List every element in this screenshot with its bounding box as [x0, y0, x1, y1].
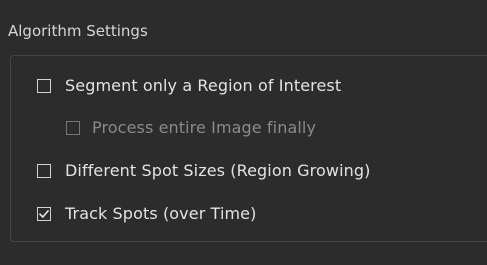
process-entire-option: Process entire Image finally — [66, 118, 316, 137]
segment-roi-checkbox[interactable] — [37, 78, 51, 93]
process-entire-checkbox — [66, 120, 80, 135]
different-spot-sizes-option[interactable]: Different Spot Sizes (Region Growing) — [37, 161, 370, 180]
algorithm-settings-panel: Algorithm Settings Segment only a Region… — [0, 0, 487, 265]
checkmark-icon — [38, 209, 50, 218]
segment-roi-label: Segment only a Region of Interest — [65, 76, 342, 95]
track-spots-checkbox[interactable] — [37, 206, 51, 221]
different-spot-sizes-checkbox[interactable] — [37, 163, 51, 178]
process-entire-label: Process entire Image finally — [92, 118, 317, 137]
track-spots-label: Track Spots (over Time) — [65, 204, 257, 223]
segment-roi-option[interactable]: Segment only a Region of Interest — [37, 76, 341, 95]
section-title: Algorithm Settings — [8, 22, 148, 40]
different-spot-sizes-label: Different Spot Sizes (Region Growing) — [65, 161, 371, 180]
track-spots-option[interactable]: Track Spots (over Time) — [37, 204, 256, 223]
